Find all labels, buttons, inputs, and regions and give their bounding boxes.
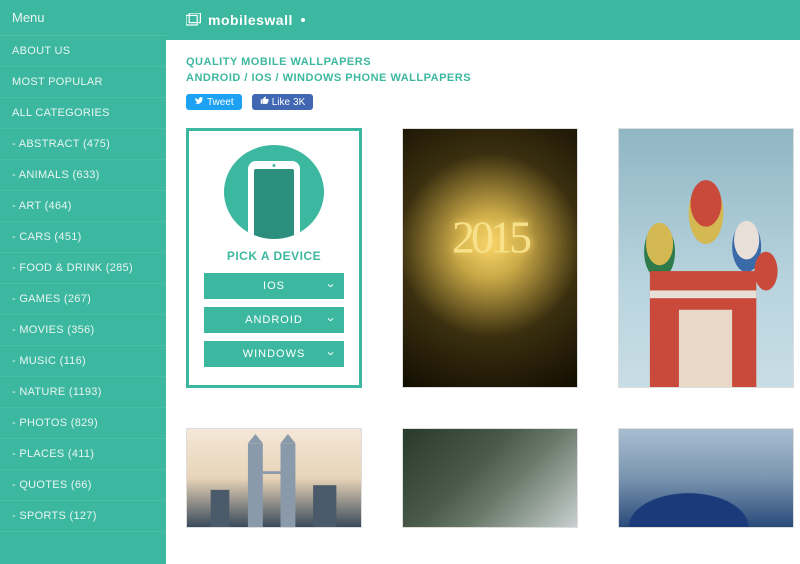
sidebar-item-cars[interactable]: - CARS (451)	[0, 222, 166, 253]
sidebar-item-music[interactable]: - MUSIC (116)	[0, 346, 166, 377]
logo-icon	[186, 13, 202, 27]
fb-like-button[interactable]: Like 3K	[252, 94, 314, 110]
sidebar-item-abstract[interactable]: - ABSTRACT (475)	[0, 129, 166, 160]
sidebar-item-quotes[interactable]: - QUOTES (66)	[0, 470, 166, 501]
picker-windows-button[interactable]: WINDOWS	[204, 341, 344, 367]
device-illustration	[224, 145, 324, 239]
brand-logo[interactable]: mobileswall	[186, 12, 305, 28]
sidebar-item-all-categories[interactable]: ALL CATEGORIES	[0, 98, 166, 129]
social-row: Tweet Like 3K	[186, 94, 780, 110]
sidebar-item-photos[interactable]: - PHOTOS (829)	[0, 408, 166, 439]
brand-dot	[301, 18, 305, 22]
twitter-icon	[194, 96, 204, 108]
sidebar-item-about[interactable]: ABOUT US	[0, 36, 166, 67]
picker-ios-button[interactable]: IOS	[204, 273, 344, 299]
fb-like-count: 3K	[293, 97, 305, 108]
wallpaper-card-towers[interactable]	[186, 428, 362, 528]
device-picker-card: PICK A DEVICE IOS ANDROID WINDOWS	[186, 128, 362, 388]
sidebar-item-movies[interactable]: - MOVIES (356)	[0, 315, 166, 346]
heading-1: QUALITY MOBILE WALLPAPERS	[186, 56, 780, 68]
heading-2: ANDROID / IOS / WINDOWS PHONE WALLPAPERS	[186, 72, 780, 84]
wallpaper-card-stream[interactable]	[402, 428, 578, 528]
sidebar: Menu ABOUT US MOST POPULAR ALL CATEGORIE…	[0, 0, 166, 564]
sidebar-item-games[interactable]: - GAMES (267)	[0, 284, 166, 315]
menu-header: Menu	[0, 0, 166, 36]
controller-image	[619, 429, 793, 527]
tweet-button[interactable]: Tweet	[186, 94, 242, 110]
sidebar-item-places[interactable]: - PLACES (411)	[0, 439, 166, 470]
wallpaper-card-cathedral[interactable]	[618, 128, 794, 388]
towers-image	[187, 429, 361, 527]
picker-android-button[interactable]: ANDROID	[204, 307, 344, 333]
fireworks-year-text: 2015	[452, 211, 528, 264]
phone-icon	[248, 161, 300, 239]
sidebar-item-nature[interactable]: - NATURE (1193)	[0, 377, 166, 408]
stream-image	[403, 429, 577, 527]
fireworks-image: 2015	[403, 129, 577, 387]
fb-like-label: Like	[272, 97, 290, 108]
sidebar-item-art[interactable]: - ART (464)	[0, 191, 166, 222]
content: QUALITY MOBILE WALLPAPERS ANDROID / IOS …	[166, 40, 800, 544]
topbar: mobileswall	[166, 0, 800, 40]
wallpaper-card-fireworks[interactable]: 2015	[402, 128, 578, 388]
wallpaper-card-controller[interactable]	[618, 428, 794, 528]
brand-name: mobileswall	[208, 12, 293, 28]
thumbs-up-icon	[260, 96, 269, 108]
wallpaper-grid: PICK A DEVICE IOS ANDROID WINDOWS 2015	[186, 128, 780, 528]
sidebar-item-popular[interactable]: MOST POPULAR	[0, 67, 166, 98]
sidebar-item-animals[interactable]: - ANIMALS (633)	[0, 160, 166, 191]
sidebar-item-food-drink[interactable]: - FOOD & DRINK (285)	[0, 253, 166, 284]
tweet-label: Tweet	[207, 97, 234, 108]
main-area: mobileswall QUALITY MOBILE WALLPAPERS AN…	[166, 0, 800, 564]
device-picker-title: PICK A DEVICE	[227, 249, 321, 263]
cathedral-image	[619, 129, 793, 387]
sidebar-item-sports[interactable]: - SPORTS (127)	[0, 501, 166, 532]
